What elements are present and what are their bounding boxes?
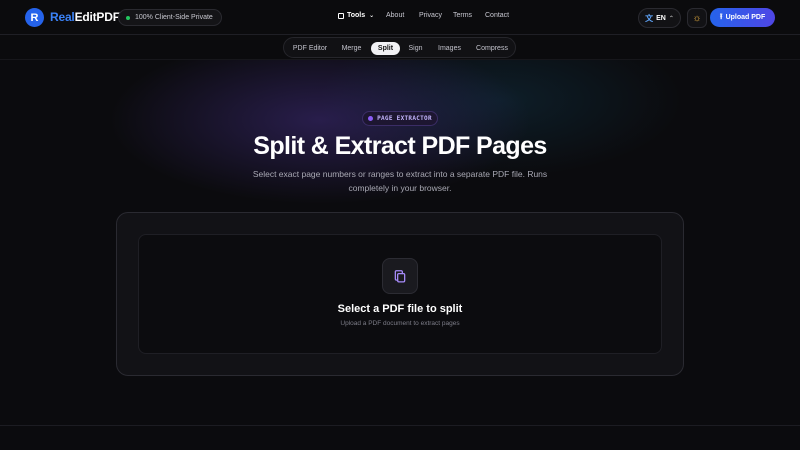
upload-icon: ⭱ xyxy=(719,11,723,21)
tool-tabs-bar: PDF Editor Merge Split Sign Images Compr… xyxy=(0,35,800,60)
tab-merge[interactable]: Merge xyxy=(335,42,368,55)
brand-name-rest: EditPDF xyxy=(74,10,120,24)
top-navbar: R RealEditPDF 100% Client-Side Private T… xyxy=(0,0,800,35)
nav-terms-link[interactable]: Terms xyxy=(453,12,472,19)
nav-about-link[interactable]: About xyxy=(386,12,404,19)
page-extractor-badge: PAGE EXTRACTOR xyxy=(362,111,438,126)
tab-pdf-editor[interactable]: PDF Editor xyxy=(289,42,331,55)
pdf-dropzone[interactable] xyxy=(138,234,662,354)
nav-contact-link[interactable]: Contact xyxy=(485,12,509,19)
tab-split[interactable]: Split xyxy=(371,42,400,55)
tab-images[interactable]: Images xyxy=(432,42,467,55)
nav-tools-label: Tools xyxy=(347,12,366,19)
privacy-badge-label: 100% Client-Side Private xyxy=(135,14,213,21)
language-selector[interactable]: 文 EN ⌃ xyxy=(638,8,681,28)
brand-name-accent: Real xyxy=(50,10,75,24)
nav-privacy-link[interactable]: Privacy xyxy=(419,12,442,19)
section-divider xyxy=(0,425,800,426)
chevron-up-icon: ⌃ xyxy=(668,15,674,22)
tab-compress[interactable]: Compress xyxy=(471,42,513,55)
status-dot-icon xyxy=(126,16,130,20)
tools-icon xyxy=(338,12,344,19)
theme-toggle-button[interactable]: ☼ xyxy=(687,8,707,28)
tab-sign[interactable]: Sign xyxy=(403,42,428,55)
privacy-badge: 100% Client-Side Private xyxy=(118,9,222,26)
translate-icon: 文 xyxy=(645,13,654,23)
brand-name[interactable]: RealEditPDF xyxy=(50,10,120,24)
copy-files-icon[interactable] xyxy=(382,258,418,294)
page-title: Split & Extract PDF Pages xyxy=(253,132,547,160)
tool-tabs: PDF Editor Merge Split Sign Images Compr… xyxy=(283,37,516,58)
upload-pdf-button[interactable]: ⭱ Upload PDF xyxy=(710,8,775,27)
dropzone-title[interactable]: Select a PDF file to split xyxy=(0,303,800,315)
badge-label: PAGE EXTRACTOR xyxy=(377,115,432,122)
sun-icon: ☼ xyxy=(692,12,702,24)
language-code: EN xyxy=(656,14,666,22)
dropzone-subtitle: Upload a PDF document to extract pages xyxy=(340,320,460,327)
badge-dot-icon xyxy=(368,116,374,121)
logo-icon[interactable]: R xyxy=(25,8,44,27)
chevron-down-icon: ⌄ xyxy=(369,13,375,19)
page-description: Select exact page numbers or ranges to e… xyxy=(252,169,548,193)
upload-pdf-label: Upload PDF xyxy=(725,14,766,21)
nav-tools-menu[interactable]: Tools ⌄ xyxy=(338,12,374,19)
